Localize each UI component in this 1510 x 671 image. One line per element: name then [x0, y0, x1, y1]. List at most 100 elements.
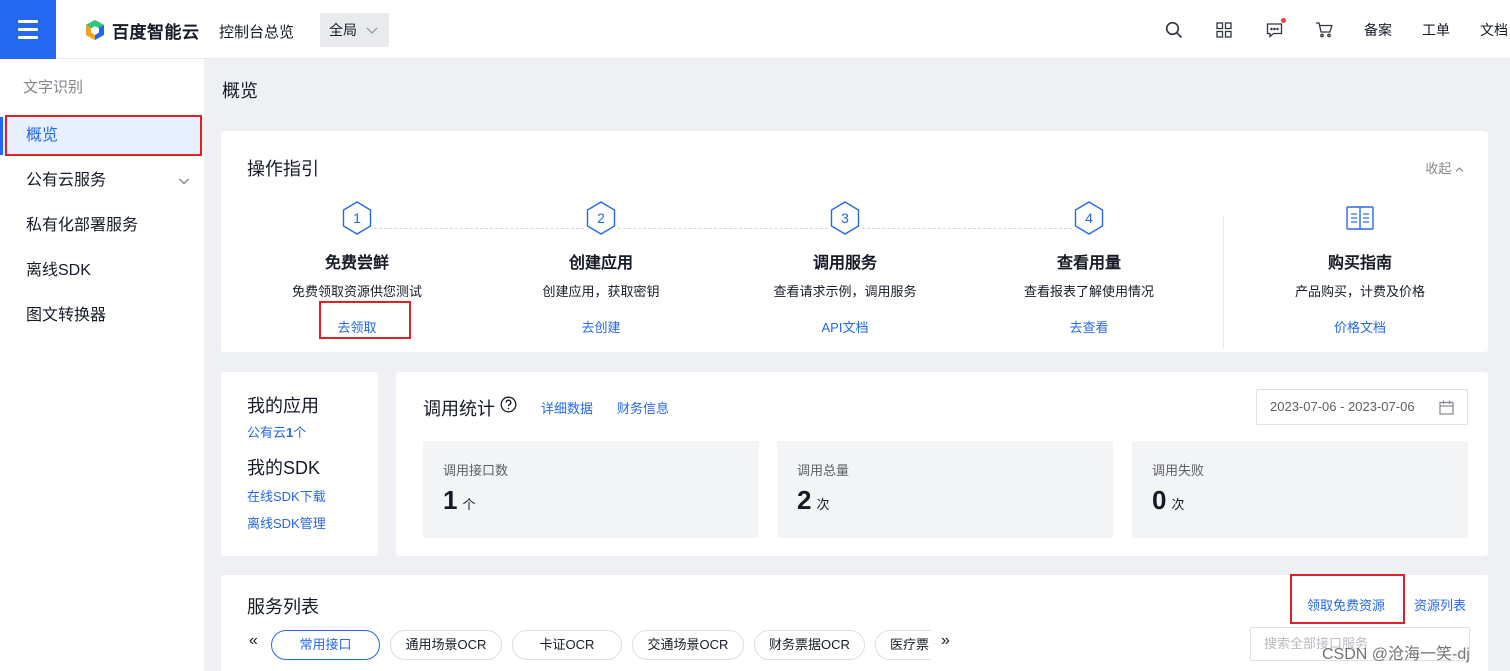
step-name: 查看用量	[1056, 255, 1121, 272]
guide-title: 操作指引	[247, 159, 319, 179]
step-4-hexagon-icon: 4	[1074, 201, 1104, 235]
top-right-tools: 备案 工单 文档	[1164, 0, 1510, 59]
metric-value: 0次	[1152, 485, 1185, 515]
book-icon	[1346, 206, 1374, 230]
metric-label: 调用失败	[1152, 463, 1205, 478]
grid-icon[interactable]	[1214, 20, 1234, 40]
step-description: 免费领取资源供您测试	[291, 284, 422, 299]
step-3-hexagon-icon: 3	[830, 201, 860, 235]
tab-card-ocr[interactable]: 卡证OCR	[512, 630, 622, 660]
tab-general-ocr[interactable]: 通用场景OCR	[390, 630, 502, 660]
claim-free-resources-link[interactable]: 领取免费资源	[1307, 595, 1385, 614]
tab-traffic-ocr[interactable]: 交通场景OCR	[632, 630, 744, 660]
help-icon[interactable]	[500, 396, 517, 413]
purchase-guide-title: 购买指南	[1327, 255, 1392, 272]
detail-data-link[interactable]: 详细数据	[541, 398, 593, 417]
step-description: 查看请求示例，调用服务	[773, 284, 917, 299]
step-name: 调用服务	[812, 255, 877, 272]
tabs-scroll-left-icon[interactable]: «	[249, 632, 258, 650]
top-navigation-bar: 百度智能云 控制台总览 全局 备案 工单 文档	[0, 0, 1510, 59]
message-icon[interactable]	[1264, 17, 1286, 40]
sidebar-item-overview[interactable]: 概览	[0, 117, 204, 155]
tab-common-apis[interactable]: 常用接口	[271, 630, 380, 660]
region-select[interactable]: 全局	[320, 13, 389, 47]
guide-step-3: 3 调用服务 查看请求示例，调用服务 API文档	[723, 201, 967, 337]
online-sdk-download-link[interactable]: 在线SDK下载	[247, 486, 326, 505]
metric-value: 1个	[443, 485, 476, 515]
finance-info-link[interactable]: 财务信息	[617, 398, 669, 417]
step-1-hexagon-icon: 1	[342, 201, 372, 235]
ticket-link[interactable]: 工单	[1422, 20, 1450, 40]
svg-text:4: 4	[1085, 210, 1093, 226]
call-statistics-panel: 调用统计 详细数据 财务信息 2023-07-06 - 2023-07-06 调…	[396, 372, 1488, 556]
public-cloud-label: 公有云	[247, 425, 287, 440]
collapse-label: 收起	[1425, 161, 1452, 176]
view-usage-link[interactable]: 去查看	[1069, 317, 1108, 336]
step-name: 创建应用	[568, 255, 633, 272]
claim-free-link[interactable]: 去领取	[337, 317, 376, 336]
count-unit: 个	[293, 425, 307, 440]
my-apps-title: 我的应用	[247, 396, 319, 416]
service-list-panel: 服务列表 领取免费资源 资源列表 « 常用接口 通用场景OCR 卡证OCR 交通…	[221, 575, 1488, 671]
search-icon[interactable]	[1164, 20, 1184, 40]
step-2-hexagon-icon: 2	[586, 201, 616, 235]
operation-guide-panel: 操作指引 收起 1 免费尝鲜 免费领取资源供您测试 去领取 2 创建应用 创建应…	[221, 131, 1488, 352]
svg-text:2: 2	[597, 210, 605, 226]
create-app-link[interactable]: 去创建	[581, 317, 620, 336]
notification-dot	[1281, 17, 1286, 23]
my-sdk-title: 我的SDK	[247, 458, 321, 478]
docs-link[interactable]: 文档	[1480, 20, 1510, 40]
my-apps-panel: 我的应用 公有云1个 我的SDK 在线SDK下载 离线SDK管理	[221, 372, 378, 556]
guide-step-1: 1 免费尝鲜 免费领取资源供您测试 去领取	[235, 201, 479, 337]
tabs-scroll-right-icon[interactable]: »	[941, 632, 950, 650]
chevron-down-icon	[179, 178, 189, 185]
watermark-text: CSDN @沧海一笑-dj	[1322, 646, 1470, 663]
chevron-down-icon	[366, 27, 378, 34]
page-title: 概览	[222, 81, 258, 101]
offline-sdk-manage-link[interactable]: 离线SDK管理	[247, 513, 326, 532]
public-cloud-apps-link[interactable]: 公有云1个	[247, 422, 306, 441]
chevron-up-icon	[1455, 167, 1464, 172]
metric-value: 2次	[797, 485, 830, 515]
svg-text:3: 3	[841, 210, 849, 226]
purchase-guide: 购买指南 产品购买，计费及价格 价格文档	[1238, 201, 1482, 337]
metric-label: 调用接口数	[443, 463, 509, 478]
console-overview-link[interactable]: 控制台总览	[219, 21, 294, 42]
sidebar-item-label: 公有云服务	[26, 172, 107, 189]
sidebar-item-public-cloud[interactable]: 公有云服务	[0, 162, 204, 200]
metric-label: 调用总量	[797, 463, 850, 478]
date-range-value: 2023-07-06 - 2023-07-06	[1270, 399, 1415, 414]
tab-overflow-clip: 医疗票	[875, 629, 931, 662]
sidebar-product-title: 文字识别	[23, 79, 84, 96]
hamburger-menu-icon[interactable]	[0, 0, 56, 59]
date-range-picker[interactable]: 2023-07-06 - 2023-07-06	[1256, 389, 1468, 425]
sidebar-item-image-converter[interactable]: 图文转换器	[0, 297, 204, 335]
stats-title: 调用统计	[423, 399, 495, 419]
step-name: 免费尝鲜	[324, 255, 389, 272]
purchase-guide-description: 产品购买，计费及价格	[1294, 284, 1425, 299]
step-description: 查看报表了解使用情况	[1023, 284, 1154, 299]
price-docs-link[interactable]: 价格文档	[1334, 317, 1386, 336]
sidebar-item-private-deploy[interactable]: 私有化部署服务	[0, 207, 204, 245]
api-docs-link[interactable]: API文档	[822, 317, 869, 336]
resource-list-link[interactable]: 资源列表	[1414, 595, 1466, 614]
tab-medical-ocr[interactable]: 医疗票	[875, 630, 931, 660]
metric-card-api-count: 调用接口数 1个	[423, 441, 759, 538]
filing-link[interactable]: 备案	[1364, 20, 1392, 40]
sidebar: 文字识别 概览 公有云服务 私有化部署服务 离线SDK 图文转换器	[0, 59, 204, 671]
metric-card-total-calls: 调用总量 2次	[777, 441, 1113, 538]
baidu-cloud-logo-icon	[86, 20, 104, 40]
svg-text:1: 1	[353, 210, 361, 226]
tab-finance-ocr[interactable]: 财务票据OCR	[754, 630, 865, 660]
cart-icon[interactable]	[1314, 20, 1334, 40]
divider	[1223, 215, 1224, 349]
service-list-title: 服务列表	[247, 597, 319, 617]
guide-step-4: 4 查看用量 查看报表了解使用情况 去查看	[967, 201, 1211, 337]
metric-card-failed-calls: 调用失败 0次	[1132, 441, 1468, 538]
sidebar-item-offline-sdk[interactable]: 离线SDK	[0, 252, 204, 290]
brand-logo[interactable]: 百度智能云	[84, 18, 200, 42]
guide-step-2: 2 创建应用 创建应用，获取密钥 去创建	[479, 201, 723, 337]
region-value: 全局	[329, 22, 357, 38]
step-description: 创建应用，获取密钥	[542, 284, 660, 299]
collapse-button[interactable]: 收起	[1425, 158, 1464, 177]
